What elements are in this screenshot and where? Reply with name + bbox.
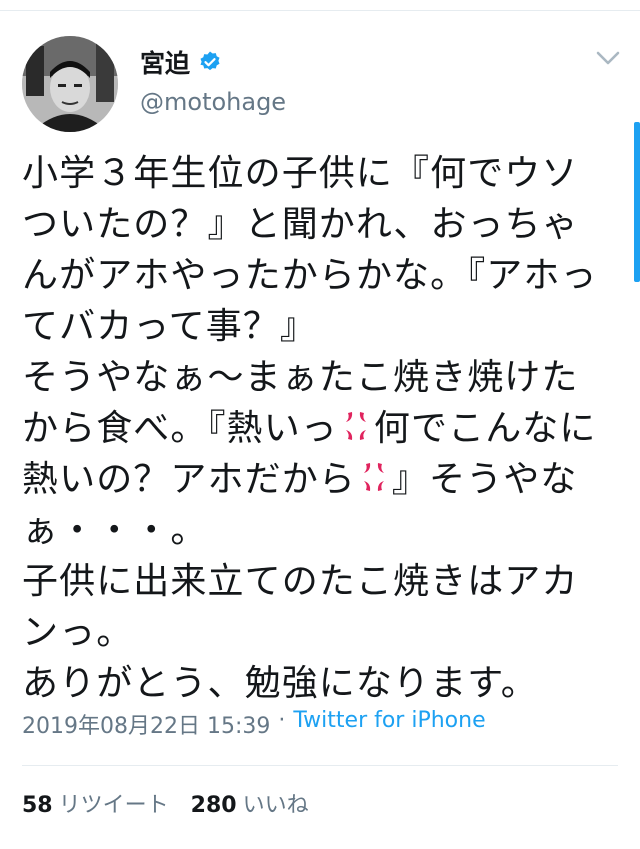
tweet-meta: 2019年08月22日 15:39 · Twitter for iPhone [22,708,486,740]
author-row: 宮迫 [140,44,222,80]
likes-stat[interactable]: 280 いいね [191,787,309,819]
retweets-count: 58 [22,793,53,818]
anger-symbol-icon [363,463,384,491]
likes-label: いいね [242,793,309,818]
top-divider [0,10,640,11]
tweet-text-segment: 小学３年生位の子供に『何でウソついたの？』と聞かれ、おっちゃんがアホやったからか… [22,153,598,449]
tweet-text: 小学３年生位の子供に『何でウソついたの？』と聞かれ、おっちゃんがアホやったからか… [22,148,614,709]
verified-badge-icon [200,51,220,71]
retweets-label: リツイート [58,793,169,818]
user-handle[interactable]: @motohage [140,88,286,116]
retweets-stat[interactable]: 58 リツイート [22,787,169,819]
avatar[interactable] [22,36,118,132]
anger-symbol-icon [345,412,366,440]
avatar-image [22,36,118,132]
scrollbar[interactable] [634,122,640,282]
tweet-stats: 58 リツイート 280 いいね [22,787,309,819]
meta-separator: · [278,708,286,733]
tweet-timestamp[interactable]: 2019年08月22日 15:39 [22,708,270,740]
display-name[interactable]: 宮迫 [140,44,190,80]
likes-count: 280 [190,793,237,818]
divider [22,765,618,766]
tweet-source-link[interactable]: Twitter for iPhone [293,708,485,740]
chevron-down-icon[interactable] [594,48,622,68]
